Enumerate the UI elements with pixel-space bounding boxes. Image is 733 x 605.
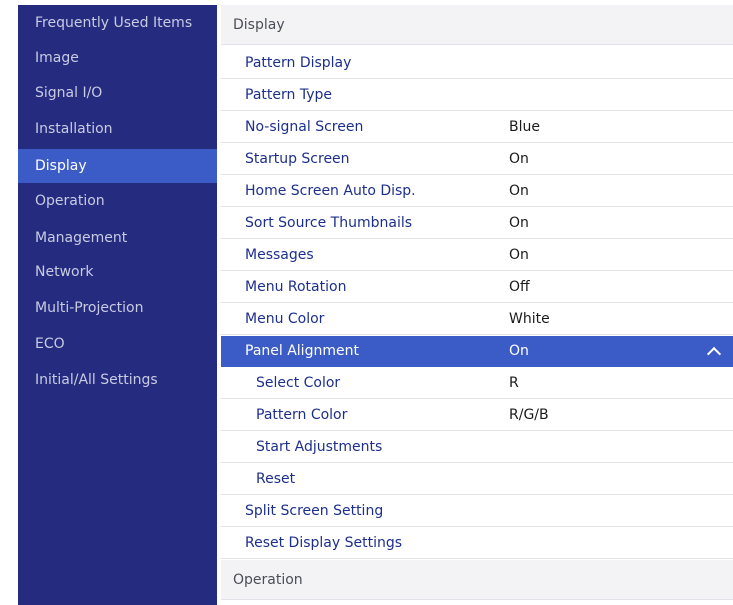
section-header-label: Operation <box>233 572 303 588</box>
setting-row-home-screen-auto-disp[interactable]: Home Screen Auto Disp. On <box>221 176 733 207</box>
sidebar-item-initial-all-settings[interactable]: Initial/All Settings <box>18 363 217 397</box>
setting-value: Off <box>509 279 530 295</box>
setting-row-messages[interactable]: Messages On <box>221 240 733 271</box>
sidebar-item-network[interactable]: Network <box>18 255 217 289</box>
sidebar-item-display[interactable]: Display <box>18 149 217 183</box>
section-header-label: Display <box>233 17 285 33</box>
setting-value: On <box>509 343 529 359</box>
setting-row-select-color[interactable]: Select Color R <box>221 368 733 399</box>
setting-value: R <box>509 375 519 391</box>
setting-value: White <box>509 311 550 327</box>
setting-row-pattern-type[interactable]: Pattern Type <box>221 80 733 111</box>
setting-value: On <box>509 247 529 263</box>
setting-value: On <box>509 183 529 199</box>
setting-label: Startup Screen <box>245 151 350 167</box>
sidebar-item-frequently-used[interactable]: Frequently Used Items <box>18 6 217 40</box>
setting-label: Menu Rotation <box>245 279 347 295</box>
setting-label: Pattern Type <box>245 87 332 103</box>
setting-row-pattern-color[interactable]: Pattern Color R/G/B <box>221 400 733 431</box>
sidebar-item-multi-projection[interactable]: Multi-Projection <box>18 291 217 325</box>
setting-value: R/G/B <box>509 407 549 423</box>
sidebar-item-installation[interactable]: Installation <box>18 112 217 146</box>
setting-row-menu-rotation[interactable]: Menu Rotation Off <box>221 272 733 303</box>
setting-label: Reset Display Settings <box>245 535 403 551</box>
setting-label: Home Screen Auto Disp. <box>245 183 416 199</box>
setting-row-startup-screen[interactable]: Startup Screen On <box>221 144 733 175</box>
setting-row-reset[interactable]: Reset <box>221 464 733 495</box>
setting-label: Pattern Color <box>256 407 348 423</box>
setting-row-pattern-display[interactable]: Pattern Display <box>221 48 733 79</box>
setting-label: Select Color <box>256 375 341 391</box>
setting-label: Panel Alignment <box>245 343 359 359</box>
setting-label: Pattern Display <box>245 55 352 71</box>
setting-value: Blue <box>509 119 540 135</box>
setting-row-no-signal-screen[interactable]: No-signal Screen Blue <box>221 112 733 143</box>
setting-value: On <box>509 215 529 231</box>
setting-label: Split Screen Setting <box>245 503 384 519</box>
sidebar-item-operation[interactable]: Operation <box>18 184 217 218</box>
setting-label: Messages <box>245 247 314 263</box>
section-header-operation: Operation <box>221 560 733 600</box>
setting-value: On <box>509 151 529 167</box>
setting-row-start-adjustments[interactable]: Start Adjustments <box>221 432 733 463</box>
category-sidebar: Frequently Used Items Image Signal I/O I… <box>18 5 217 605</box>
setting-row-split-screen-setting[interactable]: Split Screen Setting <box>221 496 733 527</box>
setting-row-sort-source-thumbnails[interactable]: Sort Source Thumbnails On <box>221 208 733 239</box>
sidebar-item-signal-io[interactable]: Signal I/O <box>18 76 217 110</box>
section-header-display: Display <box>221 5 733 45</box>
sidebar-item-image[interactable]: Image <box>18 41 217 75</box>
setting-row-panel-alignment[interactable]: Panel Alignment On <box>221 336 733 367</box>
setting-label: Menu Color <box>245 311 325 327</box>
settings-menu: Frequently Used Items Image Signal I/O I… <box>18 5 733 605</box>
setting-label: Sort Source Thumbnails <box>245 215 413 231</box>
setting-label: Start Adjustments <box>256 439 383 455</box>
sidebar-item-eco[interactable]: ECO <box>18 327 217 361</box>
setting-label: Reset <box>256 471 296 487</box>
sidebar-item-management[interactable]: Management <box>18 221 217 255</box>
settings-list: Display Pattern Display Pattern Type No-… <box>221 5 733 605</box>
chevron-up-icon[interactable] <box>706 346 722 362</box>
setting-row-menu-color[interactable]: Menu Color White <box>221 304 733 335</box>
setting-row-reset-display-settings[interactable]: Reset Display Settings <box>221 528 733 559</box>
setting-label: No-signal Screen <box>245 119 364 135</box>
